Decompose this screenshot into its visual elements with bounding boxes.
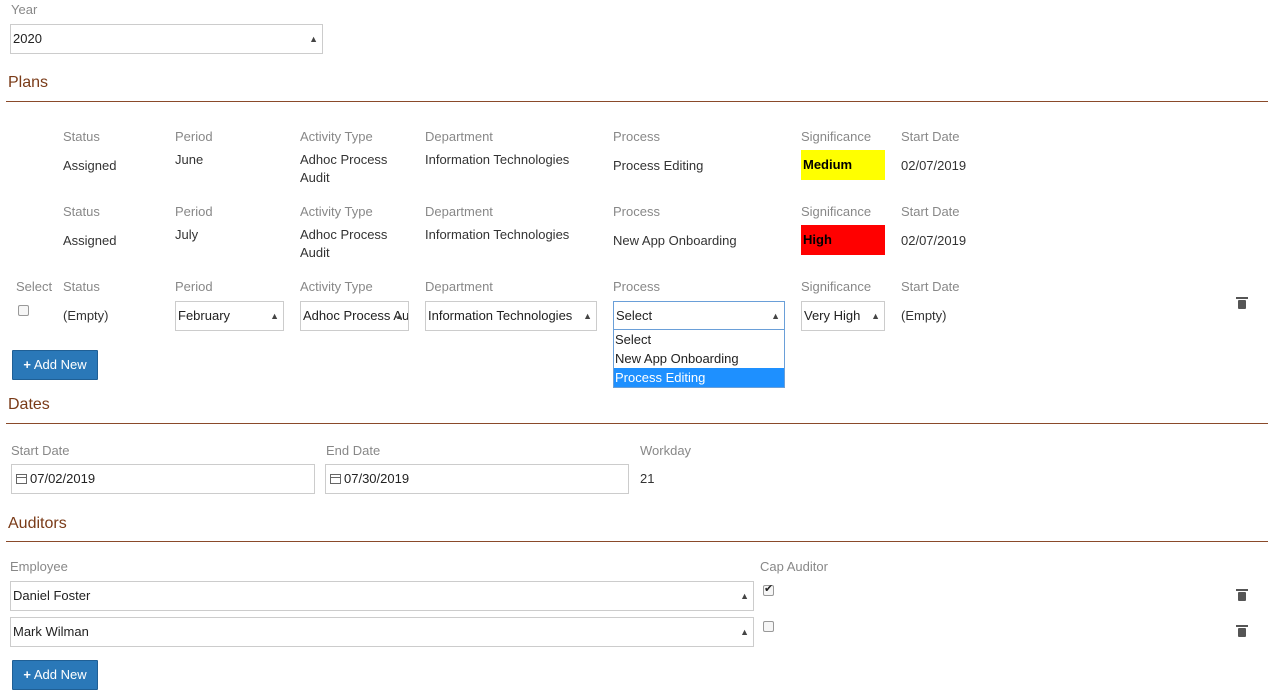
- sort-arrows-icon: ▲: [740, 591, 749, 601]
- start-date-header: Start Date: [901, 129, 960, 144]
- plans-title: Plans: [8, 74, 49, 91]
- plan-activity-type: Adhoc Process Audit: [300, 152, 388, 185]
- process-header: Process: [613, 129, 660, 144]
- process-value: Select: [616, 308, 653, 323]
- add-auditor-label: Add New: [33, 667, 87, 682]
- process-option[interactable]: New App Onboarding: [614, 349, 784, 368]
- plan-period: July: [175, 227, 199, 242]
- start-date-input[interactable]: 07/02/2019: [11, 464, 315, 494]
- plan-department: Information Technologies: [425, 227, 570, 242]
- sort-arrows-icon: ▲: [270, 311, 279, 321]
- period-select[interactable]: February ▲: [175, 301, 284, 331]
- process-dropdown-list: Select New App Onboarding Process Editin…: [613, 329, 785, 388]
- plan-process: Process Editing: [613, 158, 704, 173]
- process-header: Process: [613, 279, 660, 294]
- sort-arrows-icon: ▲: [871, 311, 880, 321]
- employee-value: Mark Wilman: [13, 624, 89, 639]
- auditors-title: Auditors: [8, 515, 67, 532]
- activity-type-header: Activity Type: [300, 204, 373, 219]
- sort-arrows-icon: ▲: [771, 311, 780, 321]
- workday-label: Workday: [640, 443, 692, 458]
- cap-auditor-checkbox[interactable]: [763, 621, 774, 632]
- significance-header: Significance: [801, 279, 872, 294]
- period-value: February: [178, 308, 231, 323]
- auditors-divider: [6, 541, 1268, 542]
- process-select[interactable]: Select ▲: [613, 301, 785, 331]
- plan-department: Information Technologies: [425, 152, 570, 167]
- plan-start-date: 02/07/2019: [901, 158, 967, 173]
- year-value: 2020: [13, 31, 42, 46]
- add-plan-label: Add New: [33, 357, 87, 372]
- department-value: Information Technologies: [428, 308, 573, 323]
- edit-status: (Empty): [63, 308, 109, 323]
- year-label: Year: [11, 2, 38, 17]
- department-header: Department: [425, 129, 493, 144]
- trash-icon[interactable]: [1236, 625, 1248, 637]
- plan-start-date: 02/07/2019: [901, 233, 967, 248]
- significance-badge: High: [801, 225, 885, 255]
- department-header: Department: [425, 279, 493, 294]
- plans-divider: [6, 101, 1268, 102]
- sort-arrows-icon: ▲: [309, 34, 318, 44]
- process-option[interactable]: Select: [614, 330, 784, 349]
- significance-header: Significance: [801, 204, 872, 219]
- plan-status: Assigned: [63, 158, 117, 173]
- end-date-label: End Date: [326, 443, 381, 458]
- significance-select[interactable]: Very High ▲: [801, 301, 885, 331]
- trash-icon[interactable]: [1236, 589, 1248, 601]
- year-select[interactable]: 2020 ▲: [10, 24, 323, 54]
- end-date-value: 07/30/2019: [344, 471, 410, 486]
- calendar-icon: [16, 474, 27, 484]
- trash-icon[interactable]: [1236, 297, 1248, 309]
- process-option-highlighted[interactable]: Process Editing: [614, 368, 784, 387]
- activity-type-select[interactable]: Adhoc Process Audit ▲: [300, 301, 409, 331]
- employee-label: Employee: [10, 559, 68, 574]
- department-header: Department: [425, 204, 493, 219]
- status-header: Status: [63, 129, 100, 144]
- plan-period: June: [175, 152, 204, 167]
- period-header: Period: [175, 279, 213, 294]
- select-header: Select: [16, 279, 53, 294]
- cap-auditor-label: Cap Auditor: [760, 559, 828, 574]
- activity-type-header: Activity Type: [300, 279, 373, 294]
- period-header: Period: [175, 204, 213, 219]
- process-header: Process: [613, 204, 660, 219]
- calendar-icon: [330, 474, 341, 484]
- add-auditor-button[interactable]: + Add New: [12, 660, 98, 690]
- workday-value: 21: [640, 471, 655, 486]
- significance-value: Very High: [804, 308, 861, 323]
- edit-start-date: (Empty): [901, 308, 947, 323]
- start-date-value: 07/02/2019: [30, 471, 96, 486]
- department-select[interactable]: Information Technologies ▲: [425, 301, 597, 331]
- activity-type-header: Activity Type: [300, 129, 373, 144]
- plan-process: New App Onboarding: [613, 233, 737, 248]
- row-select-checkbox[interactable]: [18, 305, 29, 316]
- significance-header: Significance: [801, 129, 872, 144]
- dates-title: Dates: [8, 396, 50, 413]
- start-date-header: Start Date: [901, 279, 960, 294]
- start-date-header: Start Date: [901, 204, 960, 219]
- significance-badge: Medium: [801, 150, 885, 180]
- plus-icon: +: [23, 357, 31, 372]
- activity-type-value: Adhoc Process Audit: [303, 308, 409, 323]
- sort-arrows-icon: ▲: [583, 311, 592, 321]
- end-date-input[interactable]: 07/30/2019: [325, 464, 629, 494]
- sort-arrows-icon: ▲: [395, 311, 404, 321]
- start-date-label: Start Date: [11, 443, 70, 458]
- employee-select[interactable]: Mark Wilman ▲: [10, 617, 754, 647]
- status-header: Status: [63, 204, 100, 219]
- plus-icon: +: [23, 667, 31, 682]
- employee-select[interactable]: Daniel Foster ▲: [10, 581, 754, 611]
- employee-value: Daniel Foster: [13, 588, 91, 603]
- cap-auditor-checkbox[interactable]: [763, 582, 774, 596]
- sort-arrows-icon: ▲: [740, 627, 749, 637]
- plan-status: Assigned: [63, 233, 117, 248]
- period-header: Period: [175, 129, 213, 144]
- dates-divider: [6, 423, 1268, 424]
- status-header: Status: [63, 279, 100, 294]
- plan-activity-type: Adhoc Process Audit: [300, 227, 388, 260]
- add-plan-button[interactable]: + Add New: [12, 350, 98, 380]
